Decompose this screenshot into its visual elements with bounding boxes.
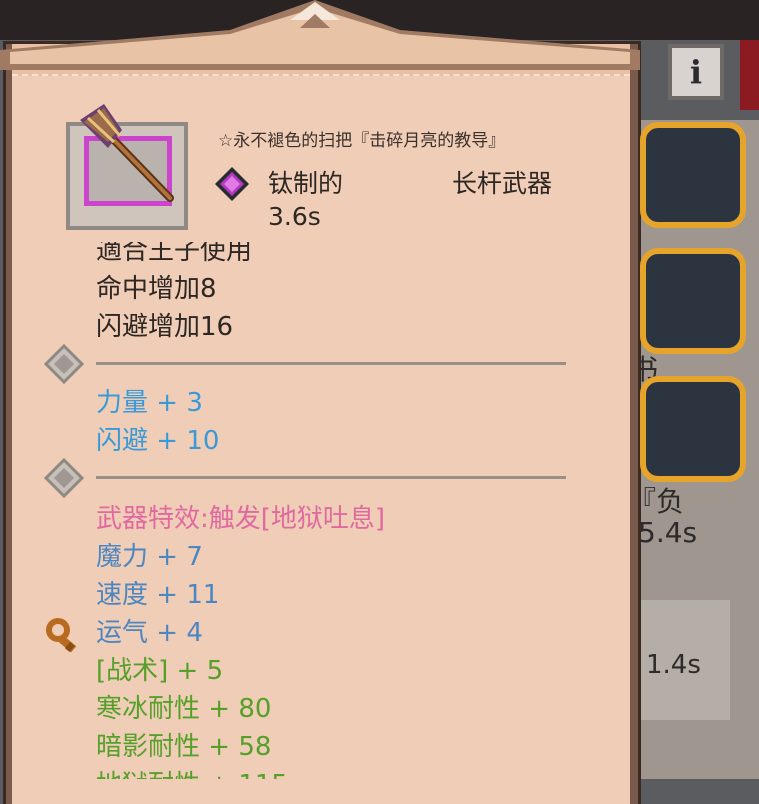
special-stat-line: 运气 + 4 bbox=[96, 618, 203, 648]
special-stat-line: 魔力 + 7 bbox=[96, 542, 203, 572]
special-stat-line: 速度 + 11 bbox=[96, 580, 220, 610]
base-stat-line: 命中增加8 bbox=[96, 274, 217, 304]
special-stat-line: 暗影耐性 + 58 bbox=[96, 732, 272, 762]
item-weapon-type: 长杆武器 bbox=[452, 169, 553, 198]
section-divider bbox=[96, 476, 566, 479]
broom-weapon-icon bbox=[80, 104, 174, 202]
equipment-slot-1[interactable] bbox=[640, 122, 746, 228]
section-diamond-icon bbox=[44, 344, 84, 384]
key-gear-icon bbox=[46, 618, 77, 653]
section-diamond-icon bbox=[44, 458, 84, 498]
base-stat-line: 闪避增加16 bbox=[96, 312, 234, 342]
item-material: 钛制的 bbox=[268, 169, 344, 198]
special-stat-line: 寒冰耐性 + 80 bbox=[96, 694, 272, 724]
card-crown-decoration bbox=[0, 0, 640, 70]
bonus-stat-line: 闪避 + 10 bbox=[96, 426, 220, 456]
special-stat-line: [战术] + 5 bbox=[96, 656, 224, 686]
item-attack-speed: 3.6s bbox=[268, 202, 321, 231]
section-divider bbox=[96, 362, 566, 365]
item-name: ☆永不褪色的扫把『击碎月亮的教导』 bbox=[218, 131, 506, 151]
background-time-label: 1.4s bbox=[646, 650, 701, 680]
background-time-label: 5.4s bbox=[638, 516, 698, 549]
equipment-slot-3[interactable] bbox=[640, 376, 746, 482]
background-red-marker bbox=[740, 40, 759, 110]
bonus-stat-line: 力量 + 3 bbox=[96, 388, 203, 418]
rarity-gem-icon bbox=[215, 167, 249, 201]
info-button[interactable]: i bbox=[668, 44, 724, 100]
weapon-effect-line: 武器特效:触发[地狱吐息] bbox=[96, 504, 386, 534]
special-stat-line: 地狱耐性 + 115 bbox=[96, 764, 288, 779]
equipment-slot-2[interactable] bbox=[640, 248, 746, 354]
